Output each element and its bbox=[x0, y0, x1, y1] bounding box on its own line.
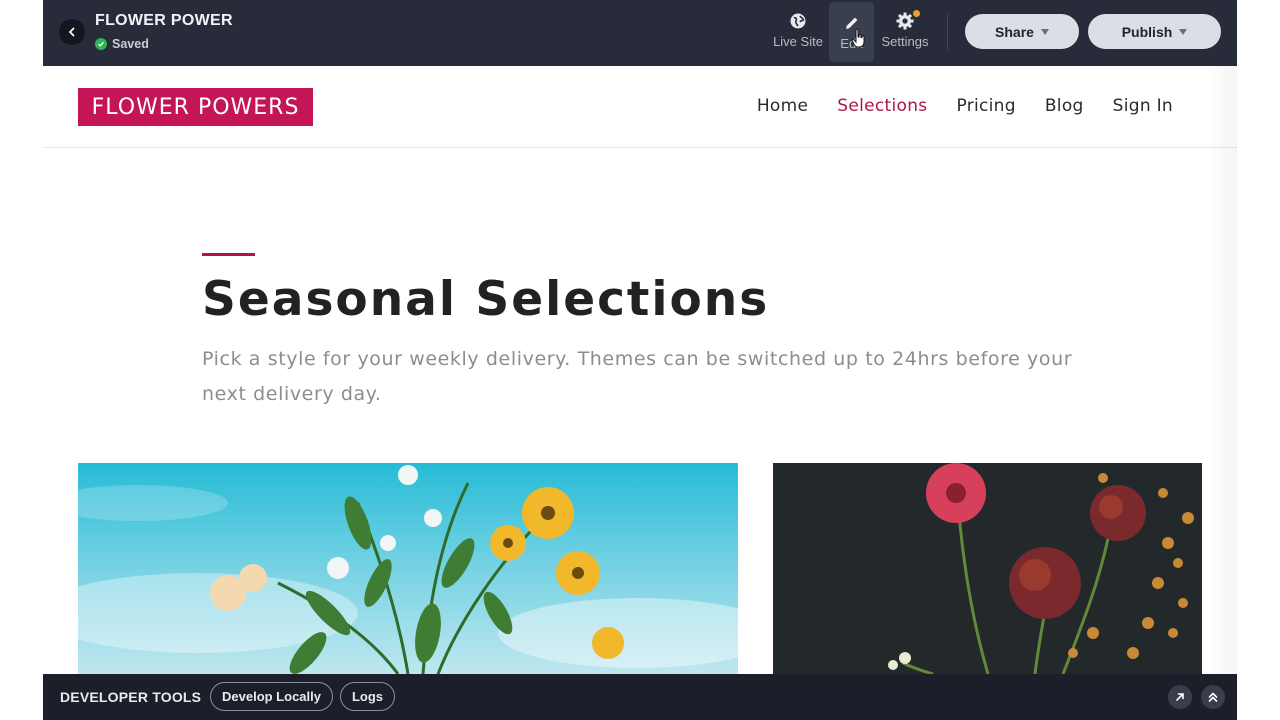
site-logo[interactable]: FLOWER POWERS bbox=[78, 88, 313, 126]
caret-down-icon bbox=[1179, 28, 1188, 35]
hero-accent-line bbox=[202, 253, 255, 256]
nav-item-selections[interactable]: Selections bbox=[837, 96, 927, 116]
arrow-up-right-icon bbox=[1176, 693, 1184, 701]
toolbar-divider bbox=[947, 14, 948, 50]
gear-icon bbox=[895, 11, 915, 31]
settings-label: Settings bbox=[881, 34, 929, 49]
dark-bouquet-image[interactable] bbox=[773, 463, 1202, 674]
nav-item-blog[interactable]: Blog bbox=[1045, 96, 1084, 116]
settings-button[interactable]: Settings bbox=[877, 0, 933, 60]
developer-tools-bar: DEVELOPER TOOLS Develop Locally Logs bbox=[43, 674, 1237, 720]
caret-down-icon bbox=[1040, 28, 1049, 35]
save-status: Saved bbox=[95, 37, 149, 51]
preview-edge-shadow bbox=[1205, 66, 1237, 674]
hero-subtitle: Pick a style for your weekly delivery. T… bbox=[202, 348, 1073, 405]
develop-locally-button[interactable]: Develop Locally bbox=[210, 682, 333, 711]
live-site-label: Live Site bbox=[773, 34, 823, 49]
site-name: FLOWER POWER bbox=[95, 12, 233, 29]
publish-button[interactable]: Publish bbox=[1088, 14, 1221, 49]
nav-item-sign-in[interactable]: Sign In bbox=[1113, 96, 1173, 116]
open-external-button[interactable] bbox=[1168, 685, 1192, 709]
globe-icon bbox=[789, 11, 807, 31]
share-button[interactable]: Share bbox=[965, 14, 1079, 49]
developer-tools-title: DEVELOPER TOOLS bbox=[60, 689, 202, 705]
check-circle-icon bbox=[95, 38, 107, 50]
site-header: FLOWER POWERS Home Selections Pricing Bl… bbox=[43, 66, 1237, 148]
chevron-left-icon bbox=[69, 27, 75, 37]
logs-button[interactable]: Logs bbox=[340, 682, 395, 711]
editor-top-bar: FLOWER POWER Saved Live Site Edit Settin… bbox=[43, 0, 1237, 66]
publish-label: Publish bbox=[1121, 23, 1173, 40]
save-status-label: Saved bbox=[112, 37, 149, 51]
bouquet-sky-image[interactable] bbox=[78, 463, 738, 674]
site-nav: Home Selections Pricing Blog Sign In bbox=[757, 96, 1173, 116]
hand-cursor-icon bbox=[851, 28, 865, 48]
live-site-button[interactable]: Live Site bbox=[769, 0, 827, 60]
back-button[interactable] bbox=[59, 19, 85, 45]
nav-item-pricing[interactable]: Pricing bbox=[956, 96, 1015, 116]
nav-item-home[interactable]: Home bbox=[757, 96, 808, 116]
hero-title: Seasonal Selections bbox=[202, 272, 770, 327]
expand-panel-button[interactable] bbox=[1201, 685, 1225, 709]
notification-dot bbox=[913, 10, 920, 17]
share-label: Share bbox=[995, 23, 1034, 40]
double-chevron-up-icon bbox=[1208, 692, 1218, 702]
